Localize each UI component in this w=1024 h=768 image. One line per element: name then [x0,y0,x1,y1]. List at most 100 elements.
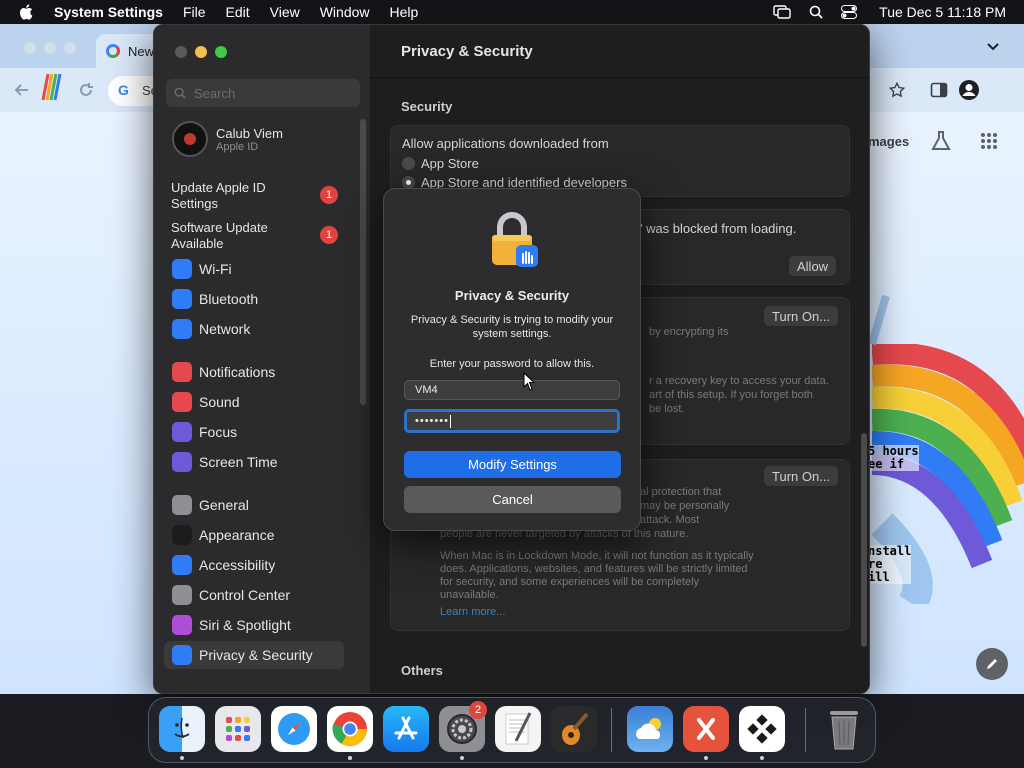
sidebar-item-bluetooth[interactable]: Bluetooth [164,285,344,313]
weather-icon[interactable] [627,706,673,752]
doodle-tail-image [868,294,890,346]
lockdown-description: When Mac is in Lockdown Mode, it will no… [440,550,754,601]
allow-apps-label: Allow applications downloaded from [402,136,609,151]
lockdown-turn-on-button[interactable]: Turn On... [764,466,839,486]
window-minimize-button[interactable] [195,46,207,58]
authentication-dialog: Privacy & Security Privacy & Security is… [383,188,641,531]
sidebar-scrollbar[interactable] [360,119,366,405]
window-close-button[interactable] [175,46,187,58]
sidebar-item-focus[interactable]: Focus [164,418,344,446]
images-link[interactable]: mages [868,134,909,149]
back-arrow-icon[interactable] [14,82,30,98]
apple-id-account[interactable]: Calub Viem Apple ID [172,121,283,157]
sidebar-item-control-center[interactable]: Control Center [164,581,344,609]
chrome-close-light[interactable] [24,42,36,54]
pencil-icon [987,659,997,669]
filevault-desc-2: r a recovery key to access your data. [649,375,829,387]
reload-icon[interactable] [78,82,94,98]
sidebar-item-screen-time[interactable]: Screen Time [164,448,344,476]
menu-help[interactable]: Help [390,4,419,20]
dialog-prompt: Enter your password to allow this. [429,358,595,370]
edit-pencil-button[interactable] [976,648,1008,680]
update-apple-id-item[interactable]: Update Apple ID Settings [171,180,301,212]
labs-flask-icon[interactable] [930,130,952,152]
sidebar-item-network[interactable]: Network [164,315,344,343]
sidebar-item-privacy-security[interactable]: Privacy & Security [164,641,344,669]
running-indicator [460,756,464,760]
software-update-item[interactable]: Software Update Available [171,220,301,252]
chrome-logo-icon [106,44,120,58]
sidebar-item-label: Sound [199,394,240,410]
sidebar-item-notifications[interactable]: Notifications [164,358,344,386]
gear-icon [172,495,192,515]
chrome-tab-title: New [128,43,155,59]
globe-icon [172,319,192,339]
overlay-text-2: nstall re ill [868,544,912,584]
sidebar-item-siri-spotlight[interactable]: Siri & Spotlight [164,611,344,639]
cancel-button[interactable]: Cancel [404,486,621,513]
dialog-message: Privacy & Security is trying to modify y… [410,314,614,340]
control-center-icon[interactable] [841,5,858,19]
tab-search-chevron-icon[interactable] [986,42,1000,52]
content-scrollbar[interactable] [861,433,867,647]
remote-desktop-icon[interactable] [683,706,729,752]
others-section-header: Others [401,663,443,678]
lockdown-desc-2: may be personally [640,500,730,512]
notification-badge: 1 [320,186,338,204]
safari-icon[interactable] [271,706,317,752]
trash-icon[interactable] [821,706,867,752]
bookmark-star-icon[interactable] [888,81,906,99]
sidebar-item-appearance[interactable]: Appearance [164,521,344,549]
menu-view[interactable]: View [270,4,300,20]
notification-badge: 1 [320,226,338,244]
password-field[interactable]: ••••••• [404,409,620,433]
sidebar-item-accessibility[interactable]: Accessibility [164,551,344,579]
running-indicator [180,756,184,760]
sidebar-item-label: Appearance [199,527,275,543]
apple-logo-icon[interactable] [18,3,36,21]
anydesk-icon[interactable] [739,706,785,752]
running-indicator [704,756,708,760]
sidebar-search-input[interactable]: Search [166,79,360,107]
blocked-message: et" was blocked from loading. [627,221,797,236]
apps-grid-icon[interactable] [980,132,998,150]
radio-app-store[interactable]: App Store [402,156,479,171]
spotlight-search-icon[interactable] [809,5,823,19]
sidebar-item-label: Accessibility [199,557,276,573]
app-store-icon[interactable] [383,706,429,752]
chrome-zoom-light[interactable] [64,42,76,54]
textedit-icon[interactable] [495,706,541,752]
running-indicator [348,756,352,760]
modify-settings-button[interactable]: Modify Settings [404,451,621,478]
sidebar-item-sound[interactable]: Sound [164,388,344,416]
text-caret [449,414,451,428]
chrome-minimize-light[interactable] [44,42,56,54]
menu-edit[interactable]: Edit [226,4,250,20]
screen-mirroring-icon[interactable] [773,5,791,19]
filevault-desc-4: be lost. [649,403,685,415]
sidebar-item-label: Focus [199,424,238,440]
filevault-turn-on-button[interactable]: Turn On... [764,306,839,326]
profile-avatar-icon[interactable] [958,79,980,101]
menu-window[interactable]: Window [320,4,370,20]
learn-more-link[interactable]: Learn more... [440,606,505,619]
sidebar-item-wi-fi[interactable]: Wi-Fi [164,255,344,283]
chrome-icon[interactable] [327,706,373,752]
lockdown-desc-1: al protection that [640,486,722,498]
sidebar-item-label: Network [199,321,251,337]
settings-sidebar: Search Calub Viem Apple ID Update Apple … [154,25,370,693]
allow-button[interactable]: Allow [789,256,837,276]
launchpad-icon[interactable] [215,706,261,752]
sidebar-item-general[interactable]: General [164,491,344,519]
window-zoom-button[interactable] [215,46,227,58]
menu-app-name[interactable]: System Settings [54,4,163,20]
garageband-icon[interactable] [551,706,597,752]
side-panel-icon[interactable] [930,81,948,99]
menu-bar: System Settings File Edit View Window He… [0,0,1024,24]
username-field[interactable]: VM4 [404,380,620,400]
account-subtitle: Apple ID [216,140,259,153]
title-divider [370,77,869,78]
menu-clock[interactable]: Tue Dec 5 11:18 PM [879,4,1006,20]
finder-icon[interactable] [159,706,205,752]
menu-file[interactable]: File [183,4,206,20]
